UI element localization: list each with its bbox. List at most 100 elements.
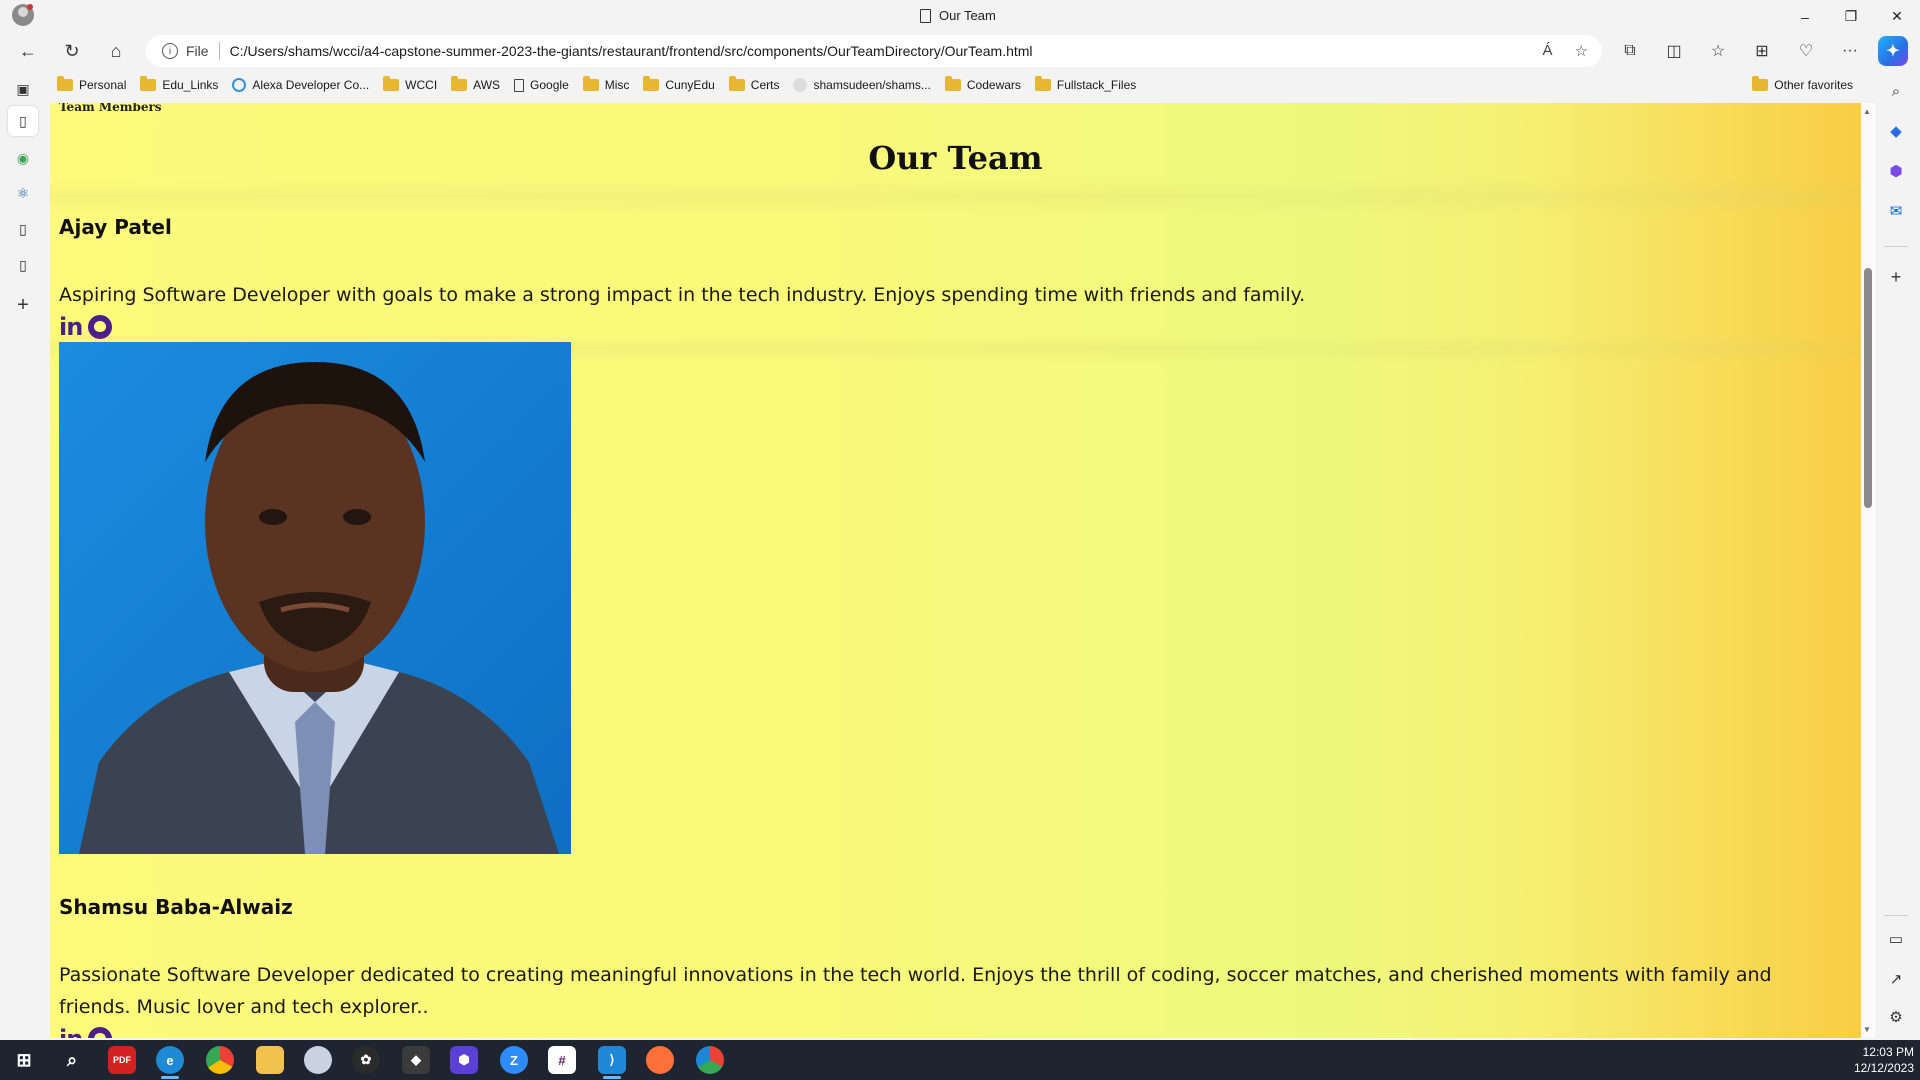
shopping-icon[interactable]: ◆	[1885, 120, 1907, 142]
windows-start-icon[interactable]: ⊞	[10, 1046, 38, 1074]
folder-icon	[1034, 76, 1051, 91]
scroll-up-icon[interactable]: ▲	[1863, 107, 1871, 116]
chrome-app-icon[interactable]	[206, 1046, 234, 1074]
cloud-app-icon[interactable]	[304, 1046, 332, 1074]
davinci-app-icon[interactable]: ✿	[352, 1046, 380, 1074]
back-icon[interactable]: ←	[14, 37, 42, 65]
visual-studio-icon[interactable]: ⬢	[450, 1046, 478, 1074]
favorite-wcci[interactable]: WCCI	[376, 73, 444, 97]
favorite-certs[interactable]: Certs	[722, 73, 787, 97]
git-app-icon[interactable]: ◆	[402, 1046, 430, 1074]
tab-react-icon[interactable]: ⚛	[12, 182, 34, 204]
pdf-app-icon[interactable]: PDF	[108, 1046, 136, 1074]
edge-app-icon[interactable]: e	[156, 1046, 184, 1074]
team-members-nav[interactable]: Team Members	[59, 103, 162, 114]
favorite-label: Alexa Developer Co...	[252, 78, 370, 92]
page-icon	[514, 78, 525, 92]
favorite-google[interactable]: Google	[507, 73, 576, 97]
home-icon[interactable]: ⌂	[102, 37, 130, 65]
folder-icon	[643, 76, 660, 91]
favorite-github[interactable]: shamsudeen/shams...	[786, 73, 937, 97]
office-icon[interactable]: ⬢	[1885, 160, 1907, 182]
split-screen-icon[interactable]: ◫	[1652, 37, 1696, 65]
favorite-fullstack-files[interactable]: Fullstack_Files	[1028, 73, 1143, 97]
scrollbar-thumb[interactable]	[1864, 268, 1872, 508]
favorite-label: Codewars	[966, 78, 1021, 92]
favorite-label: Google	[530, 78, 569, 92]
favorites-icon[interactable]: ☆	[1696, 37, 1740, 65]
github-icon[interactable]	[88, 1027, 113, 1038]
extensions-icon[interactable]: ⧉	[1608, 37, 1652, 65]
refresh-icon[interactable]: ↻	[58, 37, 86, 65]
favorite-label: Misc	[604, 78, 630, 92]
sidebar-divider	[1884, 246, 1908, 247]
window-title-text: Our Team	[939, 8, 996, 23]
favorite-codewars[interactable]: Codewars	[938, 73, 1028, 97]
clock-time: 12:03 PM	[1862, 1045, 1914, 1059]
other-favorites[interactable]: Other favorites	[1745, 73, 1860, 97]
scroll-down-icon[interactable]: ▼	[1863, 1025, 1871, 1034]
tab-grammarly-icon[interactable]: ◉	[12, 147, 34, 169]
search-icon[interactable]: ⌕	[1885, 80, 1907, 102]
tab-file-icon[interactable]: ▯	[12, 254, 34, 276]
member-card: Ajay Patel	[59, 215, 172, 239]
hide-sidebar-icon[interactable]: ▭	[1885, 928, 1907, 950]
linkedin-icon[interactable]: in	[59, 1025, 83, 1038]
other-favorites-label: Other favorites	[1774, 78, 1853, 92]
favorite-label: Certs	[750, 78, 780, 92]
edge-sidebar: ⌕ ◆ ⬢ ✉ + ▭ ↗ ⚙	[1872, 70, 1920, 1040]
slack-app-icon[interactable]: #	[548, 1046, 576, 1074]
copilot-icon[interactable]: ✦	[1878, 36, 1908, 66]
tab-file-icon[interactable]: ▯	[12, 218, 34, 240]
favorite-alexa[interactable]: Alexa Developer Co...	[225, 73, 376, 97]
page-scrollbar[interactable]: ▲ ▼	[1861, 103, 1875, 1038]
open-external-icon[interactable]: ↗	[1885, 968, 1907, 990]
tab-current-page-icon[interactable]: ▯	[8, 106, 38, 136]
add-sidebar-app-icon[interactable]: +	[1885, 266, 1907, 288]
folder-icon	[140, 76, 157, 91]
url-text[interactable]: C:/Users/shams/wcci/a4-capstone-summer-2…	[230, 43, 1033, 59]
read-aloud-icon[interactable]: Á	[1543, 42, 1553, 60]
favorite-edu-links[interactable]: Edu_Links	[133, 73, 225, 97]
favorite-label: shamsudeen/shams...	[813, 78, 931, 92]
firefox-app-icon[interactable]	[646, 1046, 674, 1074]
title-shadow	[50, 179, 1861, 215]
page-title: Our Team	[868, 139, 1043, 177]
address-bar[interactable]: i File C:/Users/shams/wcci/a4-capstone-s…	[146, 35, 1602, 67]
browser-essentials-icon[interactable]: ♡	[1784, 37, 1828, 65]
member-name: Shamsu Baba-Alwaiz	[59, 895, 293, 919]
minimize-button[interactable]: –	[1782, 0, 1828, 33]
favorite-label: WCCI	[405, 78, 438, 92]
collections-icon[interactable]: ⊞	[1740, 37, 1784, 65]
folder-icon	[57, 76, 73, 91]
system-clock[interactable]: 12:03 PM 12/12/2023	[1854, 1044, 1914, 1076]
file-explorer-icon[interactable]	[256, 1046, 284, 1074]
settings-gear-icon[interactable]: ⚙	[1885, 1006, 1907, 1028]
favorite-star-icon[interactable]: ☆	[1575, 42, 1588, 60]
restore-button[interactable]: ❐	[1828, 0, 1874, 33]
favorite-label: Edu_Links	[162, 78, 219, 92]
github-icon	[793, 78, 808, 92]
windows-taskbar: ⊞ ⌕ PDF e ✿ ◆ ⬢ Z # ⟩ 12:03 PM 12/12/202…	[0, 1040, 1920, 1080]
chrome-profile-app-icon[interactable]	[696, 1046, 724, 1074]
folder-icon	[582, 76, 599, 91]
favorite-personal[interactable]: Personal	[50, 73, 133, 97]
outlook-icon[interactable]: ✉	[1885, 200, 1907, 222]
clock-date: 12/12/2023	[1853, 1061, 1914, 1075]
favorite-cunyedu[interactable]: CunyEdu	[636, 73, 721, 97]
close-button[interactable]: ✕	[1874, 0, 1920, 33]
folder-icon	[383, 76, 400, 91]
zoom-app-icon[interactable]: Z	[500, 1046, 528, 1074]
more-menu-icon[interactable]: ···	[1828, 37, 1872, 65]
favorite-misc[interactable]: Misc	[576, 73, 637, 97]
new-tab-icon[interactable]: +	[12, 294, 34, 316]
favorite-label: AWS	[473, 78, 501, 92]
alexa-icon	[232, 78, 247, 92]
vscode-app-icon[interactable]: ⟩	[598, 1046, 626, 1074]
window-title: Our Team	[920, 8, 996, 23]
info-icon[interactable]: i	[162, 43, 178, 59]
search-icon[interactable]: ⌕	[58, 1046, 86, 1074]
favorite-aws[interactable]: AWS	[444, 73, 507, 97]
tab-actions-icon[interactable]: ▣	[12, 78, 34, 100]
member-bio: Passionate Software Developer dedicated …	[59, 964, 1772, 1018]
